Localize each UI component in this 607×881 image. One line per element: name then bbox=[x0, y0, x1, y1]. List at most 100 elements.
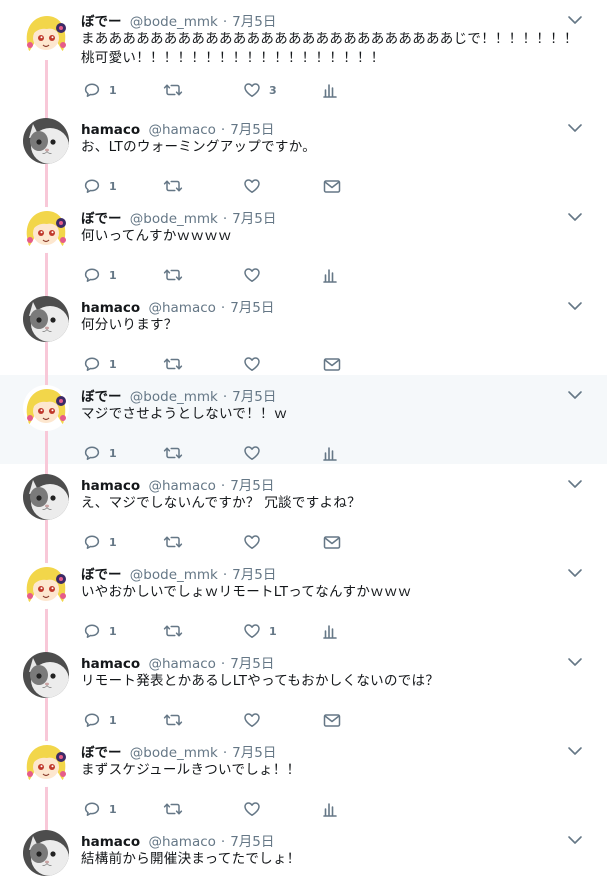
more-options-button[interactable] bbox=[566, 743, 584, 757]
timestamp[interactable]: 7月5日 bbox=[232, 745, 276, 761]
tweet-item[interactable]: hamaco @hamaco · 7月5日 リモート発表とかあるしLTやってもおかしく… bbox=[0, 642, 607, 731]
avatar[interactable] bbox=[23, 563, 69, 609]
username[interactable]: @hamaco bbox=[144, 656, 215, 672]
heart-icon bbox=[243, 445, 261, 461]
like-button[interactable] bbox=[243, 443, 261, 463]
username[interactable]: @bode_mmk bbox=[126, 745, 218, 761]
more-options-button[interactable] bbox=[566, 387, 584, 401]
like-button[interactable]: 3 bbox=[243, 80, 277, 100]
timestamp[interactable]: 7月5日 bbox=[230, 300, 274, 316]
more-options-button[interactable] bbox=[566, 209, 584, 223]
more-options-button[interactable] bbox=[566, 832, 584, 846]
avatar[interactable] bbox=[23, 296, 69, 342]
reply-button[interactable]: 1 bbox=[83, 80, 117, 100]
direct-message-button[interactable] bbox=[323, 354, 341, 374]
analytics-button[interactable] bbox=[323, 80, 337, 100]
display-name[interactable]: ぼでー bbox=[81, 567, 122, 583]
username[interactable]: @hamaco bbox=[144, 122, 215, 138]
more-options-button[interactable] bbox=[566, 476, 584, 490]
tweet-item[interactable]: hamaco @hamaco · 7月5日 お、LTのウォーミングアップですか。 1 bbox=[0, 108, 607, 197]
display-name[interactable]: hamaco bbox=[81, 834, 140, 850]
display-name[interactable]: hamaco bbox=[81, 300, 140, 316]
username[interactable]: @bode_mmk bbox=[126, 389, 218, 405]
timestamp[interactable]: 7月5日 bbox=[230, 478, 274, 494]
timestamp[interactable]: 7月5日 bbox=[232, 389, 276, 405]
reply-button[interactable]: 1 bbox=[83, 710, 117, 730]
username[interactable]: @hamaco bbox=[144, 834, 215, 850]
avatar[interactable] bbox=[23, 474, 69, 520]
like-button[interactable] bbox=[243, 532, 261, 552]
reply-button[interactable]: 1 bbox=[83, 265, 117, 285]
tweet-item[interactable]: hamaco @hamaco · 7月5日 結構前から開催決まってたでしょ！ bbox=[0, 820, 607, 881]
display-name[interactable]: ぼでー bbox=[81, 389, 122, 405]
username[interactable]: @bode_mmk bbox=[126, 14, 218, 30]
reply-button[interactable]: 1 bbox=[83, 799, 117, 819]
tweet-text: まずスケジュールきついでしょ！！ bbox=[81, 761, 581, 780]
tweet-item[interactable]: hamaco @hamaco · 7月5日 何分いります？ 1 bbox=[0, 286, 607, 375]
more-options-button[interactable] bbox=[566, 12, 584, 26]
timestamp[interactable]: 7月5日 bbox=[230, 834, 274, 850]
like-button[interactable]: 1 bbox=[243, 621, 277, 641]
avatar[interactable] bbox=[23, 830, 69, 876]
retweet-button[interactable] bbox=[163, 176, 183, 196]
retweet-button[interactable] bbox=[163, 80, 183, 100]
like-button[interactable] bbox=[243, 799, 261, 819]
avatar[interactable] bbox=[23, 385, 69, 431]
display-name[interactable]: ぼでー bbox=[81, 14, 122, 30]
tweet-item[interactable]: ぼでー @bode_mmk · 7月5日 マジでさせようとしないで！！ｗ 1 bbox=[0, 375, 607, 464]
tweet-text: 何いってんすかｗｗｗｗ bbox=[81, 227, 581, 246]
more-options-button[interactable] bbox=[566, 298, 584, 312]
like-button[interactable] bbox=[243, 354, 261, 374]
username[interactable]: @hamaco bbox=[144, 300, 215, 316]
tweet-item[interactable]: ぼでー @bode_mmk · 7月5日 いやおかしいでしょｗリモートLTってなんすか… bbox=[0, 553, 607, 642]
more-options-button[interactable] bbox=[566, 120, 584, 134]
direct-message-button[interactable] bbox=[323, 176, 341, 196]
like-button[interactable] bbox=[243, 176, 261, 196]
retweet-button[interactable] bbox=[163, 710, 183, 730]
display-name[interactable]: hamaco bbox=[81, 478, 140, 494]
separator-dot: · bbox=[222, 745, 228, 761]
timestamp[interactable]: 7月5日 bbox=[230, 656, 274, 672]
retweet-button[interactable] bbox=[163, 621, 183, 641]
retweet-button[interactable] bbox=[163, 354, 183, 374]
tweet-item[interactable]: ぼでー @bode_mmk · 7月5日 まずスケジュールきついでしょ！！ 1 bbox=[0, 731, 607, 820]
like-button[interactable] bbox=[243, 710, 261, 730]
direct-message-button[interactable] bbox=[323, 532, 341, 552]
timestamp[interactable]: 7月5日 bbox=[230, 122, 274, 138]
username[interactable]: @hamaco bbox=[144, 478, 215, 494]
tweet-item[interactable]: hamaco @hamaco · 7月5日 え、マジでしないんですか？ 冗談ですよね？… bbox=[0, 464, 607, 553]
display-name[interactable]: hamaco bbox=[81, 122, 140, 138]
reply-button[interactable]: 1 bbox=[83, 532, 117, 552]
username[interactable]: @bode_mmk bbox=[126, 211, 218, 227]
reply-button[interactable]: 1 bbox=[83, 443, 117, 463]
analytics-button[interactable] bbox=[323, 443, 337, 463]
timestamp[interactable]: 7月5日 bbox=[232, 14, 276, 30]
retweet-button[interactable] bbox=[163, 443, 183, 463]
username[interactable]: @bode_mmk bbox=[126, 567, 218, 583]
reply-button[interactable]: 1 bbox=[83, 176, 117, 196]
display-name[interactable]: ぼでー bbox=[81, 211, 122, 227]
retweet-button[interactable] bbox=[163, 265, 183, 285]
tweet-item[interactable]: ぼでー @bode_mmk · 7月5日 まあああああああああああああああああああああ… bbox=[0, 0, 607, 98]
avatar[interactable] bbox=[23, 652, 69, 698]
tweet-item[interactable]: ぼでー @bode_mmk · 7月5日 何いってんすかｗｗｗｗ 1 bbox=[0, 197, 607, 286]
avatar[interactable] bbox=[23, 12, 69, 58]
reply-button[interactable]: 1 bbox=[83, 354, 117, 374]
retweet-button[interactable] bbox=[163, 799, 183, 819]
analytics-button[interactable] bbox=[323, 265, 337, 285]
retweet-button[interactable] bbox=[163, 532, 183, 552]
display-name[interactable]: ぼでー bbox=[81, 745, 122, 761]
analytics-button[interactable] bbox=[323, 621, 337, 641]
avatar[interactable] bbox=[23, 207, 69, 253]
reply-button[interactable]: 1 bbox=[83, 621, 117, 641]
avatar[interactable] bbox=[23, 741, 69, 787]
timestamp[interactable]: 7月5日 bbox=[232, 211, 276, 227]
direct-message-button[interactable] bbox=[323, 710, 341, 730]
timestamp[interactable]: 7月5日 bbox=[232, 567, 276, 583]
analytics-button[interactable] bbox=[323, 799, 337, 819]
more-options-button[interactable] bbox=[566, 565, 584, 579]
display-name[interactable]: hamaco bbox=[81, 656, 140, 672]
more-options-button[interactable] bbox=[566, 654, 584, 668]
avatar[interactable] bbox=[23, 118, 69, 164]
like-button[interactable] bbox=[243, 265, 261, 285]
